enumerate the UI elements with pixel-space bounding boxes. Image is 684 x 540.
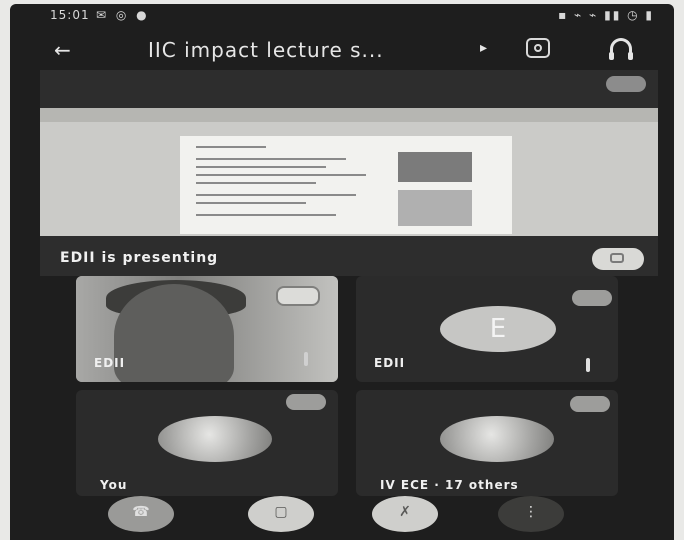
system-icons: ▪ ⌁ ⌁ ▮▮ ◷ ▮ [558,8,654,22]
more-options-button[interactable]: ⋮ [498,496,564,532]
mic-muted-icon [304,352,308,366]
avatar [440,416,554,462]
meeting-title: IIC impact lecture s... [148,38,384,62]
notification-icons: ✉ ◎ ● [96,8,150,22]
headphones-icon[interactable] [609,38,633,60]
participant-tile[interactable]: EDII [76,276,338,382]
slide-image [398,152,472,182]
camera-off-icon: ▢ [274,504,288,520]
slide-content [180,136,512,234]
slide-toolbar [40,108,658,122]
presenter-label: EDII is presenting [60,250,219,266]
avatar: E [440,306,556,352]
more-options-icon: ⋮ [524,504,538,520]
participant-tile[interactable]: You [76,390,338,496]
tile-menu-button[interactable] [570,396,610,412]
camera-toggle-button[interactable]: ▢ [248,496,314,532]
switch-camera-icon[interactable] [526,38,550,58]
status-time: 15:01 [50,8,90,22]
participant-name: IV ECE · 17 others [380,478,519,492]
tile-menu-button[interactable] [286,394,326,410]
end-call-button[interactable]: ☎ [108,496,174,532]
participant-name: EDII [94,356,126,370]
presentation-panel[interactable]: EDII is presenting [40,70,658,276]
slide-image [398,190,472,226]
tile-menu-button[interactable] [572,290,612,306]
mic-muted-icon [586,358,590,372]
presentation-menu-button[interactable] [606,76,646,92]
avatar [158,416,272,462]
mic-off-icon: ✗ [399,504,411,520]
participant-tile[interactable]: E EDII [356,276,618,382]
arrow-left-icon[interactable]: ← [54,38,71,62]
mic-toggle-button[interactable]: ✗ [372,496,438,532]
participant-name: You [100,478,128,492]
pin-icon[interactable] [276,286,320,306]
participant-name: EDII [374,356,406,370]
end-call-icon: ☎ [132,504,150,520]
participant-tile[interactable]: IV ECE · 17 others [356,390,618,496]
phone-screen: 15:01 ✉ ◎ ● ▪ ⌁ ⌁ ▮▮ ◷ ▮ ← IIC impact le… [10,4,674,540]
status-bar: 15:01 ✉ ◎ ● ▪ ⌁ ⌁ ▮▮ ◷ ▮ [10,4,674,28]
recording-dot-icon: ▸ [480,40,488,56]
shared-screen [40,108,658,236]
fullscreen-icon[interactable] [592,248,644,270]
app-bar: ← IIC impact lecture s... ▸ [10,28,674,74]
